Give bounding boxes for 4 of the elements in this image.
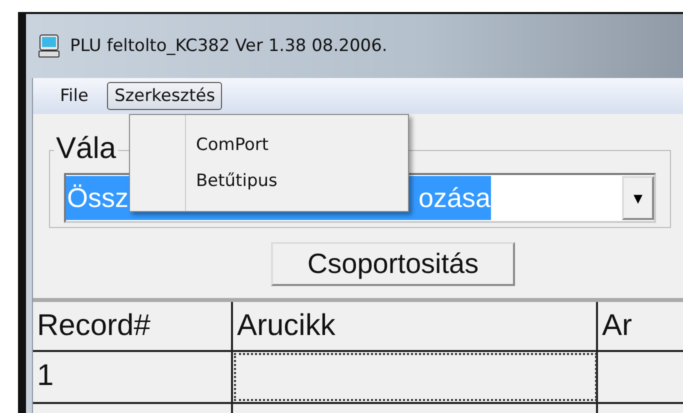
table-cell: 1 (33, 352, 233, 402)
window-title: PLU feltolto_KC382 Ver 1.38 08.2006. (70, 36, 388, 56)
combo-value: Össz (67, 182, 129, 214)
combo-value: ozása (418, 182, 491, 214)
